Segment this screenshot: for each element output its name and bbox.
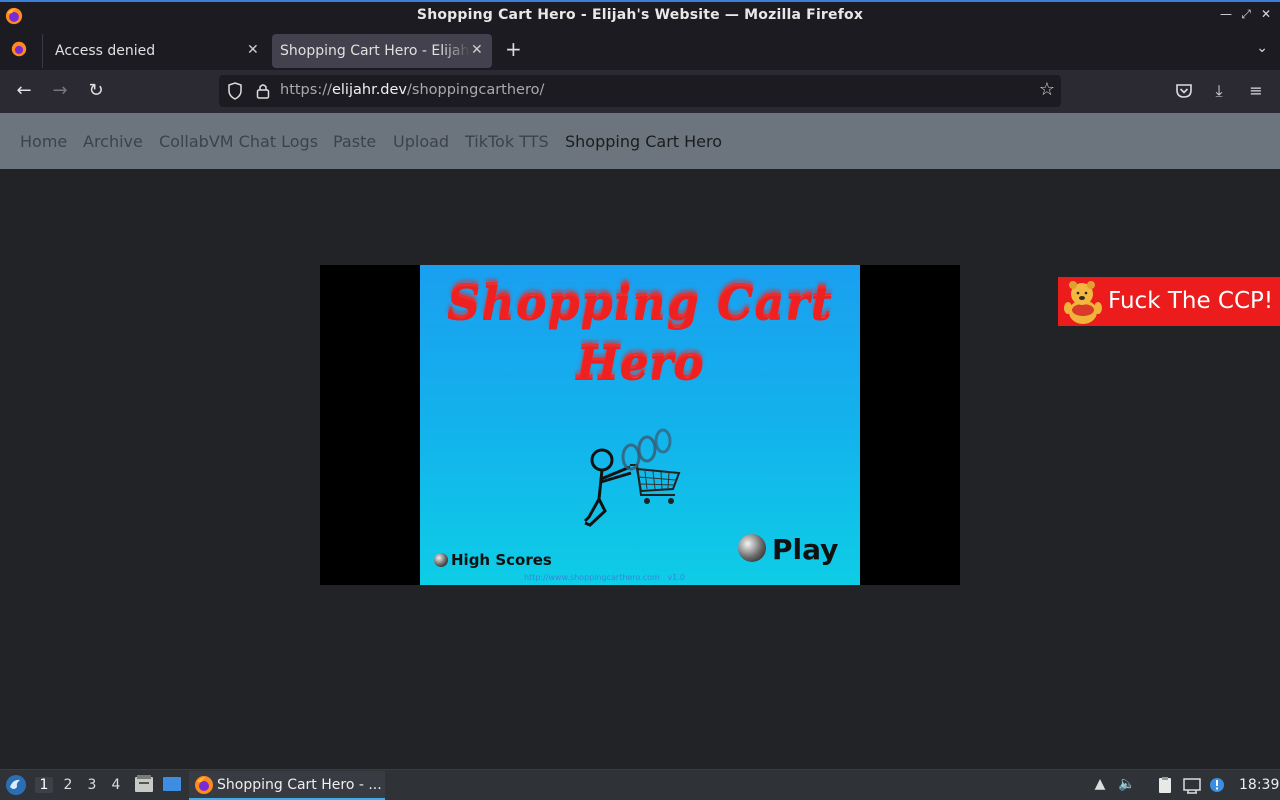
workspace-1[interactable]: 1	[35, 777, 53, 793]
navigation-toolbar: ← → ↻ https://elijahr.dev/shoppingcarthe…	[0, 70, 1280, 113]
minimize-icon[interactable]: —	[1218, 7, 1234, 21]
desktop-icon[interactable]	[161, 773, 183, 795]
tab-bar: Access denied ✕ Shopping Cart Hero - Eli…	[0, 30, 1280, 70]
shield-icon[interactable]	[227, 82, 243, 100]
taskbar-task-firefox[interactable]: Shopping Cart Hero - ...	[189, 771, 385, 800]
reload-icon[interactable]: ↻	[85, 80, 107, 101]
new-tab-icon[interactable]: +	[505, 37, 522, 61]
game-canvas[interactable]: Shopping Cart Hero High Scores Play http…	[420, 265, 860, 585]
play-label: Play	[772, 533, 839, 566]
window-titlebar: Shopping Cart Hero - Elijah's Website — …	[0, 0, 1280, 30]
page-content: Shopping Cart Hero High Scores Play http…	[0, 169, 1280, 769]
tab-shopping-cart-hero[interactable]: Shopping Cart Hero - Elijah's Website ✕	[272, 34, 492, 68]
file-manager-icon[interactable]	[133, 773, 155, 795]
tab-label: Access denied	[55, 43, 156, 59]
workspace-3[interactable]: 3	[83, 777, 101, 793]
url-scheme: https://	[280, 82, 332, 98]
volume-icon[interactable]: 🔈	[1118, 776, 1136, 794]
task-label: Shopping Cart Hero - ...	[217, 777, 382, 793]
lock-icon[interactable]	[256, 82, 270, 100]
clipboard-icon[interactable]	[1156, 776, 1174, 794]
firefox-icon	[195, 776, 213, 794]
workspace-2[interactable]: 2	[59, 777, 77, 793]
chevron-down-icon[interactable]: ⌄	[1256, 40, 1268, 56]
url-path: /shoppingcarthero/	[407, 82, 545, 98]
application-launcher-icon[interactable]	[5, 774, 27, 796]
ball-icon	[434, 553, 448, 567]
game-title-line1: Shopping Cart	[447, 277, 833, 331]
stick-figure-cart-illustration	[583, 428, 681, 527]
game-embed[interactable]: Shopping Cart Hero High Scores Play http…	[320, 265, 960, 585]
site-navbar: Home Archive CollabVM Chat Logs Paste Up…	[0, 113, 1280, 169]
clock[interactable]: 18:39	[1239, 777, 1279, 793]
nav-link-home[interactable]: Home	[20, 132, 67, 151]
network-icon[interactable]	[1183, 776, 1201, 794]
url-host: elijahr.dev	[331, 82, 408, 98]
close-tab-icon[interactable]: ✕	[247, 42, 259, 58]
tab-label: Shopping Cart Hero - Elijah's Website	[280, 43, 470, 59]
ball-icon	[738, 534, 766, 562]
window-title: Shopping Cart Hero - Elijah's Website — …	[416, 7, 864, 23]
game-title-line2: Hero	[576, 337, 704, 391]
high-scores-button[interactable]: High Scores	[434, 551, 552, 569]
forward-icon[interactable]: →	[49, 80, 71, 101]
close-tab-icon[interactable]: ✕	[471, 42, 483, 58]
nav-link-tiktok-tts[interactable]: TikTok TTS	[465, 132, 549, 151]
protest-banner: Fuck The CCP!	[1058, 277, 1280, 326]
close-window-icon[interactable]: ✕	[1258, 7, 1274, 21]
tab-access-denied[interactable]: Access denied ✕	[42, 34, 266, 68]
url-bar[interactable]: https://elijahr.dev/shoppingcarthero/ ☆	[219, 75, 1061, 107]
maximize-icon[interactable]: ⤢	[1238, 7, 1254, 22]
taskbar: 1 2 3 4 Shopping Cart Hero - ... ▲ 🔈 18:…	[0, 769, 1280, 800]
game-footer-link[interactable]: http://www.shoppingcarthero.com v1.0	[524, 573, 685, 582]
banner-text: Fuck The CCP!	[1108, 288, 1274, 314]
play-button[interactable]: Play	[738, 533, 838, 566]
pocket-icon[interactable]	[1174, 81, 1194, 101]
bookmark-star-icon[interactable]: ☆	[1039, 79, 1055, 100]
tray-arrow-icon[interactable]: ▲	[1091, 776, 1109, 794]
high-scores-label: High Scores	[451, 551, 552, 569]
workspace-4[interactable]: 4	[107, 777, 125, 793]
nav-link-paste[interactable]: Paste	[333, 132, 376, 151]
downloads-icon[interactable]: ⤓	[1209, 81, 1229, 101]
nav-link-shopping-cart-hero[interactable]: Shopping Cart Hero	[565, 132, 722, 151]
firefox-view-icon[interactable]	[10, 40, 28, 58]
winnie-the-pooh-icon	[1064, 281, 1102, 324]
back-icon[interactable]: ←	[13, 80, 35, 101]
nav-link-archive[interactable]: Archive	[83, 132, 143, 151]
url-text[interactable]: https://elijahr.dev/shoppingcarthero/	[280, 82, 544, 98]
nav-link-upload[interactable]: Upload	[393, 132, 449, 151]
nav-link-collabvm-chat-logs[interactable]: CollabVM Chat Logs	[159, 132, 318, 151]
menu-icon[interactable]: ≡	[1246, 81, 1266, 101]
updates-icon[interactable]	[1208, 776, 1226, 794]
